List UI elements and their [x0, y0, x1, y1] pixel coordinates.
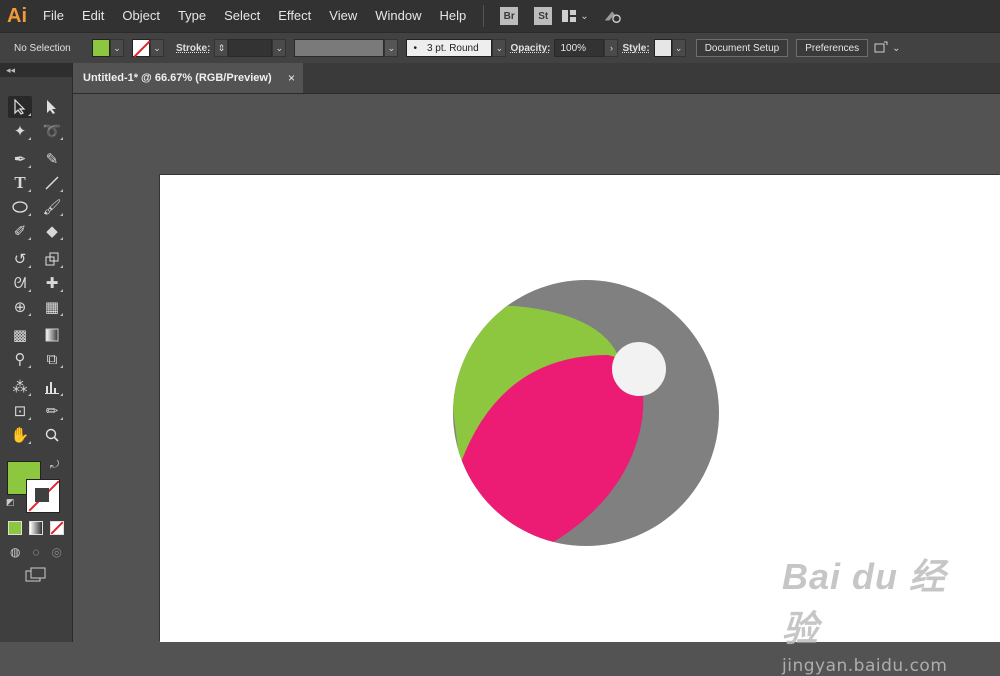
- tools-panel-collapse[interactable]: ◂◂: [0, 63, 72, 77]
- watermark: Bai du 经验 jingyan.baidu.com: [782, 548, 982, 676]
- control-bar: No Selection ⌄ ⌄ Stroke: ⇕ ⌄ ⌄ • 3 pt. R…: [0, 32, 1000, 64]
- document-tab-title: Untitled-1* @ 66.67% (RGB/Preview): [83, 72, 272, 84]
- draw-behind-icon[interactable]: ◌: [32, 545, 39, 559]
- style-swatch[interactable]: [653, 39, 672, 57]
- eyedropper-tool-icon[interactable]: ⚲: [8, 348, 32, 370]
- menu-help[interactable]: Help: [430, 0, 475, 32]
- document-setup-button[interactable]: Document Setup: [695, 39, 789, 57]
- stroke-swatch[interactable]: [132, 39, 150, 57]
- brush-dot-icon: •: [413, 42, 417, 54]
- sync-settings-icon[interactable]: [603, 7, 621, 25]
- color-mode-icon[interactable]: [7, 521, 22, 535]
- shape-builder-tool-icon[interactable]: ⊕: [8, 296, 32, 318]
- menu-effect[interactable]: Effect: [269, 0, 320, 32]
- document-tab-bar: Untitled-1* @ 66.67% (RGB/Preview) ×: [73, 63, 1000, 94]
- menu-object[interactable]: Object: [113, 0, 169, 32]
- menu-bar: Ai File Edit Object Type Select Effect V…: [0, 0, 1000, 32]
- variable-width-profile[interactable]: [294, 39, 385, 57]
- close-icon[interactable]: ×: [288, 71, 295, 85]
- shaper-tool-icon[interactable]: ✐: [8, 220, 32, 242]
- symbol-sprayer-tool-icon[interactable]: ⁂: [8, 376, 32, 398]
- tools-panel: ◂◂ ✦ ➰ ✒ ✎ T 🖌 ✐ ◆ ↺ ᘛ ✚ ⊕ ▦ ▩ ⚲ ⧉ ⁂ ⊡ ✏…: [0, 63, 73, 642]
- watermark-url: jingyan.baidu.com: [782, 656, 948, 676]
- brush-label: 3 pt. Round: [426, 42, 479, 54]
- stroke-weight-input[interactable]: [228, 39, 273, 57]
- opacity-label[interactable]: Opacity:: [506, 43, 554, 54]
- stroke-dropdown[interactable]: ⌄: [150, 39, 164, 57]
- rotate-tool-icon[interactable]: ↺: [8, 248, 32, 270]
- opacity-input[interactable]: 100%: [554, 39, 605, 57]
- selection-tool-icon[interactable]: [8, 96, 32, 118]
- workspace-layout-icon[interactable]: [560, 7, 578, 25]
- chevron-down-icon[interactable]: ⌄: [892, 43, 900, 54]
- menu-file[interactable]: File: [34, 0, 73, 32]
- blend-tool-icon[interactable]: ⧉: [40, 348, 64, 370]
- fill-dropdown[interactable]: ⌄: [110, 39, 124, 57]
- arrange-documents-icon[interactable]: [872, 39, 890, 57]
- zoom-tool-icon[interactable]: [40, 424, 64, 446]
- gradient-mode-icon[interactable]: [28, 521, 43, 535]
- variable-width-dropdown[interactable]: ⌄: [384, 39, 399, 57]
- selection-status: No Selection: [14, 42, 71, 54]
- ellipse-tool-icon[interactable]: [8, 196, 32, 218]
- stroke-weight-dropdown[interactable]: ⌄: [272, 39, 287, 57]
- default-fill-stroke-icon[interactable]: ◩: [6, 497, 15, 508]
- gradient-tool-icon[interactable]: [40, 324, 64, 346]
- pen-tool-icon[interactable]: ✒: [8, 148, 32, 170]
- artboard-tool-icon[interactable]: ⊡: [8, 400, 32, 422]
- bridge-button[interactable]: Br: [500, 7, 519, 25]
- stroke-weight-stepper[interactable]: ⇕: [214, 39, 229, 57]
- lasso-tool-icon[interactable]: ➰: [40, 120, 64, 142]
- chevron-down-icon[interactable]: ⌄: [580, 11, 588, 22]
- scale-tool-icon[interactable]: [40, 248, 64, 270]
- stroke-hole: [35, 488, 49, 502]
- paintbrush-tool-icon[interactable]: 🖌: [40, 196, 64, 218]
- menu-select[interactable]: Select: [215, 0, 269, 32]
- swap-fill-stroke-icon[interactable]: ⤾: [50, 459, 59, 472]
- stroke-label[interactable]: Stroke:: [172, 43, 214, 54]
- line-tool-icon[interactable]: [40, 172, 64, 194]
- style-dropdown[interactable]: ⌄: [671, 39, 686, 57]
- menu-edit[interactable]: Edit: [73, 0, 113, 32]
- curvature-tool-icon[interactable]: ✎: [40, 148, 64, 170]
- slice-tool-icon[interactable]: ✏: [40, 400, 64, 422]
- type-tool-icon[interactable]: T: [8, 172, 32, 194]
- screen-mode-icon[interactable]: [0, 567, 72, 583]
- eraser-tool-icon[interactable]: ◆: [40, 220, 64, 242]
- draw-inside-icon[interactable]: ◎: [52, 545, 62, 559]
- menu-view[interactable]: View: [320, 0, 366, 32]
- magic-wand-tool-icon[interactable]: ✦: [8, 120, 32, 142]
- document-tab[interactable]: Untitled-1* @ 66.67% (RGB/Preview) ×: [73, 63, 303, 93]
- menu-divider: [483, 5, 485, 27]
- stroke-color-box[interactable]: [26, 479, 60, 513]
- style-label[interactable]: Style:: [618, 43, 653, 54]
- fill-stroke-widget: ⤾ ◩: [0, 455, 72, 519]
- preferences-button[interactable]: Preferences: [796, 39, 869, 57]
- illustrator-logo: Ai: [7, 4, 27, 27]
- brush-dropdown[interactable]: ⌄: [492, 39, 507, 57]
- opacity-dropdown[interactable]: ›: [604, 39, 619, 57]
- puppet-warp-tool-icon[interactable]: ✚: [40, 272, 64, 294]
- hand-tool-icon[interactable]: ✋: [8, 424, 32, 446]
- fill-swatch[interactable]: [92, 39, 110, 57]
- stock-button[interactable]: St: [534, 7, 553, 25]
- perspective-grid-tool-icon[interactable]: ▦: [40, 296, 64, 318]
- draw-normal-icon[interactable]: ◍: [10, 545, 20, 559]
- direct-selection-tool-icon[interactable]: [40, 96, 64, 118]
- brush-definition[interactable]: • 3 pt. Round: [406, 39, 493, 57]
- watermark-logo: Bai du 经验: [782, 556, 947, 649]
- ball-highlight[interactable]: [612, 342, 666, 396]
- menu-type[interactable]: Type: [169, 0, 215, 32]
- mesh-tool-icon[interactable]: ▩: [8, 324, 32, 346]
- warp-tool-icon[interactable]: ᘛ: [8, 272, 32, 294]
- menu-window[interactable]: Window: [366, 0, 430, 32]
- none-mode-icon[interactable]: [50, 521, 65, 535]
- column-graph-tool-icon[interactable]: [40, 376, 64, 398]
